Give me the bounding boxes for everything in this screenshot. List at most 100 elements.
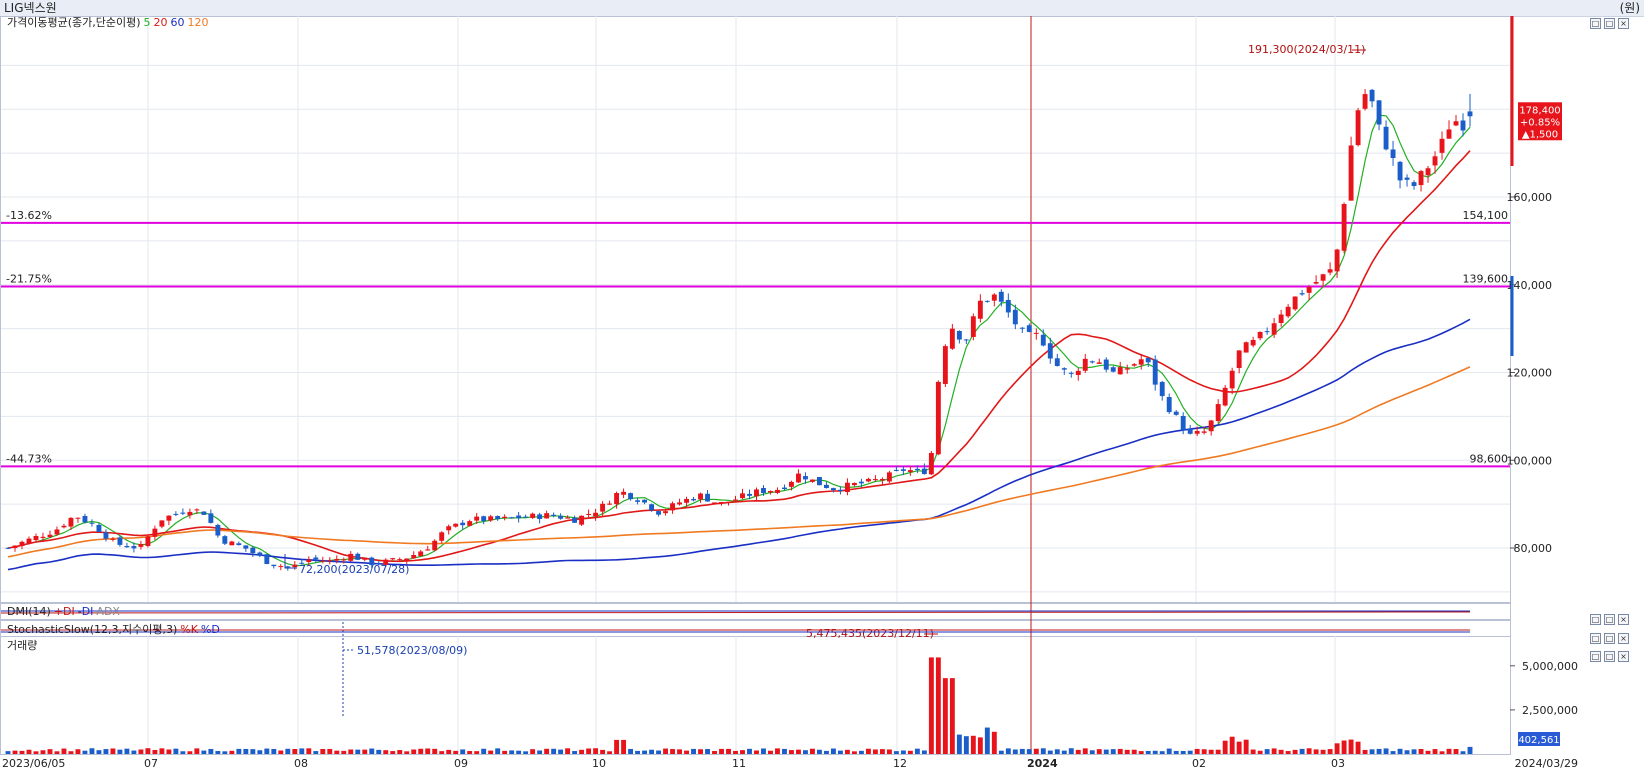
candle-body <box>1019 327 1025 329</box>
candle-body <box>306 559 312 563</box>
volume-bar <box>1404 750 1410 754</box>
candle-body <box>1453 121 1459 126</box>
dmi-maximize-button[interactable]: □ <box>1604 614 1615 625</box>
candle-body <box>1418 171 1424 186</box>
ma20-line <box>7 150 1471 563</box>
candle-body <box>942 346 948 384</box>
candle-body <box>684 498 689 503</box>
volume-bar <box>1005 748 1011 754</box>
candle <box>1019 327 1025 333</box>
candle-body <box>970 316 976 337</box>
candle-body <box>572 517 578 523</box>
candle <box>733 495 738 502</box>
candle <box>810 479 815 483</box>
volume-bar <box>663 748 668 754</box>
panel-maximize-button[interactable]: □ <box>1604 18 1615 29</box>
stoch-close-button[interactable]: × <box>1618 633 1629 644</box>
volume-bar <box>292 749 298 754</box>
candle <box>656 510 662 517</box>
volume-bar <box>397 750 403 754</box>
volume-bar <box>1257 750 1263 754</box>
candle <box>1215 399 1221 424</box>
candle-body <box>1103 359 1109 370</box>
candle <box>1222 385 1228 407</box>
candle <box>942 344 948 387</box>
candle <box>1082 353 1088 373</box>
volume-bar <box>705 749 710 754</box>
candle-body <box>789 481 794 487</box>
low-annotation: 72,200(2023/07/28) <box>299 563 409 576</box>
panel-minimize-button[interactable]: □ <box>1590 18 1601 29</box>
candle <box>208 509 214 524</box>
volume-bar <box>1320 749 1326 754</box>
candle-body <box>865 478 871 482</box>
candle-body <box>872 479 878 481</box>
candle-body <box>628 493 634 500</box>
volume-minimize-button[interactable]: □ <box>1590 651 1601 662</box>
volume-bar <box>1292 749 1298 754</box>
candle <box>1404 174 1410 187</box>
candle-body <box>26 538 32 544</box>
volume-bar <box>691 748 696 754</box>
candle <box>1390 140 1396 166</box>
dmi-minimize-button[interactable]: □ <box>1590 614 1601 625</box>
candle <box>579 515 585 527</box>
candle-body <box>691 498 696 501</box>
candle <box>1033 328 1039 340</box>
candle <box>621 488 627 499</box>
volume-bar <box>565 748 571 754</box>
volume-bar <box>775 748 780 754</box>
volume-bar <box>1236 741 1242 754</box>
volume-bar <box>460 749 466 754</box>
volume-bar <box>1460 751 1466 754</box>
stock-chart[interactable]: -13.62% 154,100 -21.75% 139,600 -44.73% 98,60… <box>0 16 1644 770</box>
volume-bar <box>1110 749 1116 754</box>
axes: 80,000100,000120,000140,000160,0002,500,… <box>2 16 1578 770</box>
candle-body <box>1292 296 1298 310</box>
candle-body <box>1222 387 1228 406</box>
month-label: 12 <box>893 757 907 770</box>
candle-body <box>180 512 186 514</box>
volume-bar <box>488 750 494 754</box>
candle <box>1285 304 1291 319</box>
candle-body <box>1180 415 1186 431</box>
candle-body <box>411 555 417 559</box>
volume-bar <box>747 748 752 754</box>
volume-bar <box>823 750 829 754</box>
candle <box>26 536 32 545</box>
candle <box>145 534 151 548</box>
candle <box>1054 353 1060 367</box>
month-label: 08 <box>294 757 308 770</box>
candle <box>1166 393 1172 415</box>
candle-body <box>19 541 25 546</box>
volume-close-button[interactable]: × <box>1618 651 1629 662</box>
candle-body <box>502 516 508 518</box>
volume-bar <box>1446 748 1452 754</box>
candle-body <box>1145 358 1151 363</box>
volume-bar <box>320 748 326 754</box>
volume-bar <box>124 748 130 754</box>
volume-bars <box>5 657 1473 754</box>
panel-close-button[interactable]: × <box>1618 18 1629 29</box>
candle-body <box>313 557 319 560</box>
candle-body <box>1208 420 1214 432</box>
candle-body <box>544 513 550 519</box>
candle <box>823 481 829 489</box>
volume-bar <box>306 748 312 754</box>
volume-bar <box>1341 740 1347 754</box>
volume-maximize-button[interactable]: □ <box>1604 651 1615 662</box>
candle-body <box>1376 100 1382 125</box>
candle-body <box>1439 138 1445 153</box>
volume-bar <box>900 750 906 754</box>
candle-body <box>1327 269 1333 273</box>
stoch-minimize-button[interactable]: □ <box>1590 633 1601 644</box>
level-pct-label: -21.75% <box>6 273 52 286</box>
volume-bar <box>921 750 927 754</box>
candle <box>180 508 186 515</box>
stoch-maximize-button[interactable]: □ <box>1604 633 1615 644</box>
candle <box>816 476 822 486</box>
dmi-close-button[interactable]: × <box>1618 614 1629 625</box>
candle-body <box>124 545 130 548</box>
candle <box>229 540 235 546</box>
volume-bar <box>1264 749 1270 754</box>
